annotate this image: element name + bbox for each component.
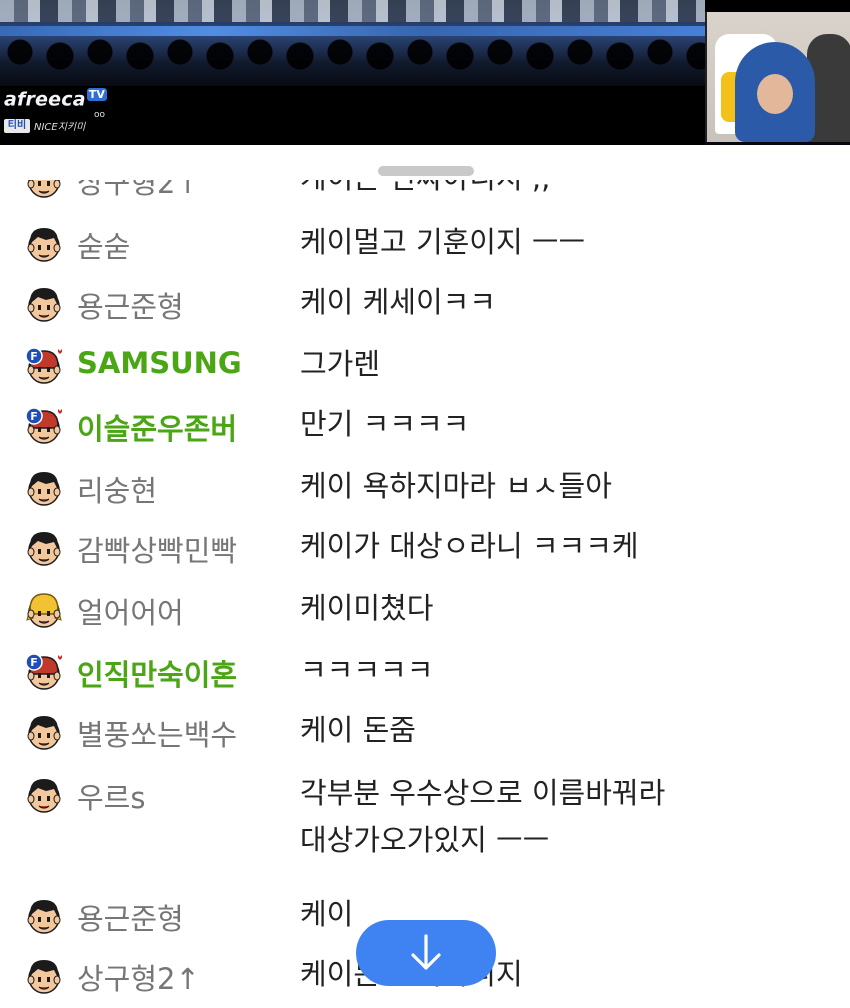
channel-name: NICE지키미 [34, 122, 86, 133]
fan-avatar-icon[interactable]: F [24, 346, 64, 386]
chat-text: ㅋㅋㅋㅋㅋ [300, 653, 434, 687]
chat-nickname[interactable]: 상구형2↑ [77, 180, 200, 202]
webcam-top-bar [705, 0, 850, 12]
user-avatar-icon[interactable] [24, 775, 64, 815]
scroll-to-bottom-button[interactable] [356, 920, 496, 986]
afreecatv-logo: afreeca TV [4, 88, 108, 111]
chat-text: 케이 욕하지마라 ㅂㅅ들아 [300, 469, 612, 503]
chat-text: 케이 케세이ㅋㅋ [300, 285, 496, 319]
user-avatar-icon[interactable] [24, 712, 64, 752]
chat-nickname[interactable]: SAMSUNG [77, 346, 242, 380]
video-player[interactable]: afreeca TV 티비 NICE지키미 oo [0, 0, 850, 145]
chat-text-continued: 대상가오가있지 ㅡㅡ [300, 823, 550, 857]
girl-avatar-icon[interactable] [24, 590, 64, 630]
chat-text: 케이는 인싸아니지 ,, [300, 180, 550, 199]
chat-text: 케이 돈줌 [300, 713, 416, 747]
user-avatar-icon[interactable] [24, 180, 64, 200]
user-avatar-icon[interactable] [24, 284, 64, 324]
webcam-overlay [705, 12, 850, 142]
fan-avatar-icon[interactable]: F [24, 652, 64, 692]
channel-badge: 티비 [4, 118, 30, 133]
chat-text: 케이미쳤다 [300, 591, 434, 625]
chat-text: 케이멀고 기훈이지 ㅡㅡ [300, 225, 586, 259]
arrow-down-icon [411, 934, 441, 970]
chat-nickname[interactable]: 숟숟 [77, 224, 130, 266]
chat-drag-handle[interactable] [378, 166, 474, 176]
channel-watermark: 티비 NICE지키미 oo [4, 110, 105, 133]
fan-avatar-icon[interactable]: F [24, 406, 64, 446]
logo-tv-badge: TV [86, 88, 108, 101]
chat-nickname[interactable]: 감빡상빡민빡 [77, 528, 237, 570]
chat-list[interactable]: 상구형2↑케이는 인싸아니지 ,, 숟숟케이멀고 기훈이지 ㅡㅡ 용근준형케이 … [0, 180, 850, 1008]
stage-lights [0, 0, 705, 22]
user-avatar-icon[interactable] [24, 224, 64, 264]
chat-nickname[interactable]: 상구형2↑ [77, 956, 200, 998]
watermark-dots-icon: oo [94, 110, 106, 120]
chat-nickname[interactable]: 리숭현 [77, 468, 157, 510]
chat-nickname[interactable]: 용근준형 [77, 896, 184, 938]
chat-text: 케이 [300, 897, 354, 931]
chat-text: 만기 ㅋㅋㅋㅋ [300, 407, 470, 441]
logo-text: afreeca [4, 88, 86, 111]
chat-nickname[interactable]: 우르s [77, 775, 145, 817]
chat-nickname[interactable]: 용근준형 [77, 284, 184, 326]
user-avatar-icon[interactable] [24, 896, 64, 936]
user-avatar-icon[interactable] [24, 528, 64, 568]
chat-text: 각부분 우수상으로 이름바꿔라 [300, 776, 666, 810]
svg-text:F: F [30, 656, 38, 669]
chat-nickname[interactable]: 인직만숙이혼 [77, 652, 237, 694]
audience-silhouettes [0, 38, 705, 88]
stage-led-band [0, 26, 705, 36]
chat-nickname[interactable]: 얼어어어 [77, 590, 184, 632]
chat-nickname[interactable]: 이슬준우존버 [77, 406, 237, 448]
svg-text:F: F [30, 350, 38, 363]
chat-text: 케이가 대상ㅇ라니 ㅋㅋㅋ케 [300, 529, 639, 563]
streamer-face [757, 74, 793, 114]
chat-text: 그가렌 [300, 347, 381, 381]
user-avatar-icon[interactable] [24, 956, 64, 996]
svg-text:F: F [30, 410, 38, 423]
chat-nickname[interactable]: 별풍쏘는백수 [77, 712, 237, 754]
user-avatar-icon[interactable] [24, 468, 64, 508]
